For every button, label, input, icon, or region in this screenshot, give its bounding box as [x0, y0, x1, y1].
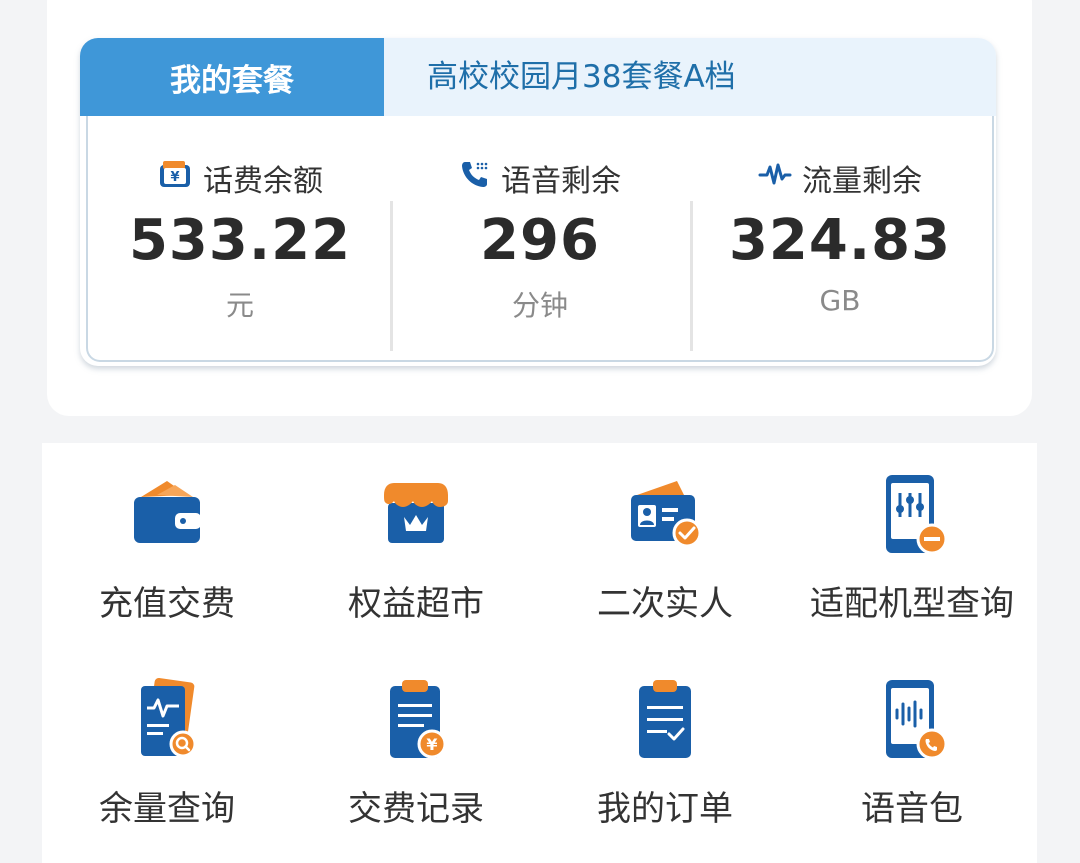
plan-panel[interactable]: 我的套餐 高校校园月38套餐A档 ¥ 话费余额 533.22 元 语音剩余 29…: [80, 38, 996, 366]
stat-voice-label: 语音剩余: [501, 164, 621, 199]
clipboard-yuan-icon: ¥: [291, 678, 541, 762]
plan-header: 我的套餐 高校校园月38套餐A档: [80, 38, 996, 116]
stat-balance-label: 话费余额: [203, 164, 323, 199]
wallet-icon: [42, 473, 292, 553]
service-recharge[interactable]: 充值交费: [42, 443, 292, 643]
my-plan-tab[interactable]: 我的套餐: [80, 38, 384, 116]
service-label: 余量查询: [99, 789, 235, 829]
service-label: 适配机型查询: [810, 584, 1014, 624]
pulse-icon: [758, 159, 792, 197]
plan-name: 高校校园月38套餐A档: [427, 59, 736, 95]
service-balance-query[interactable]: 余量查询: [42, 648, 292, 848]
svg-text:¥: ¥: [426, 735, 437, 754]
stat-voice[interactable]: 语音剩余 296 分钟: [390, 116, 690, 356]
stat-balance-unit: 元: [225, 289, 254, 322]
clipboard-check-icon: [540, 678, 790, 762]
stat-voice-value: 296: [480, 208, 600, 273]
phone-settings-icon: [787, 473, 1037, 559]
document-search-icon: [42, 678, 292, 762]
service-label: 权益超市: [348, 584, 484, 624]
service-real-name-verify[interactable]: 二次实人: [540, 443, 790, 643]
service-payment-history[interactable]: ¥ 交费记录: [291, 648, 541, 848]
service-label: 我的订单: [597, 789, 733, 829]
stat-data[interactable]: 流量剩余 324.83 GB: [690, 116, 990, 356]
phone-icon: [459, 158, 491, 198]
service-device-compat[interactable]: 适配机型查询: [787, 443, 1037, 643]
stat-voice-unit: 分钟: [511, 289, 568, 322]
plan-stats: ¥ 话费余额 533.22 元 语音剩余 296 分钟 流量剩余 324.83 …: [86, 116, 994, 362]
service-voice-pack[interactable]: 语音包: [787, 648, 1037, 848]
phone-voice-icon: [787, 678, 1037, 764]
stat-data-value: 324.83: [728, 208, 952, 273]
id-card-check-icon: [540, 473, 790, 553]
service-benefits-market[interactable]: 权益超市: [291, 443, 541, 643]
service-label: 二次实人: [597, 584, 733, 624]
service-grid: 充值交费 权益超市 二次实人 适配机型查询 余量查询 ¥ 交费记录 我的订单 语…: [42, 443, 1037, 863]
service-label: 交费记录: [348, 789, 484, 829]
stat-balance[interactable]: ¥ 话费余额 533.22 元: [90, 116, 390, 356]
store-crown-icon: [291, 473, 541, 553]
service-label: 充值交费: [99, 584, 235, 624]
stat-data-label: 流量剩余: [802, 164, 922, 199]
wallet-yuan-icon: ¥: [157, 158, 193, 198]
service-my-orders[interactable]: 我的订单: [540, 648, 790, 848]
stat-data-unit: GB: [819, 284, 861, 317]
svg-text:¥: ¥: [170, 170, 179, 185]
stat-balance-value: 533.22: [128, 208, 352, 273]
service-label: 语音包: [861, 789, 963, 829]
